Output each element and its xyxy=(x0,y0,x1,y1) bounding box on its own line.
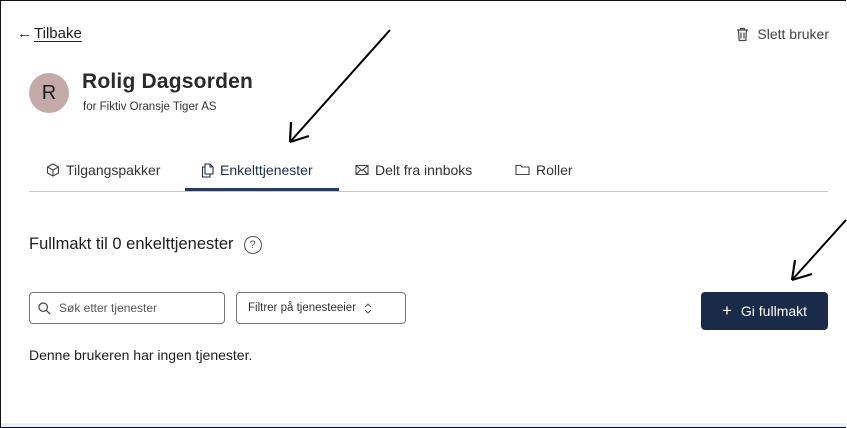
annotation-arrow-to-button xyxy=(790,219,847,282)
annotation-arrow-to-tab xyxy=(288,29,391,144)
annotation-overlay xyxy=(288,29,847,282)
